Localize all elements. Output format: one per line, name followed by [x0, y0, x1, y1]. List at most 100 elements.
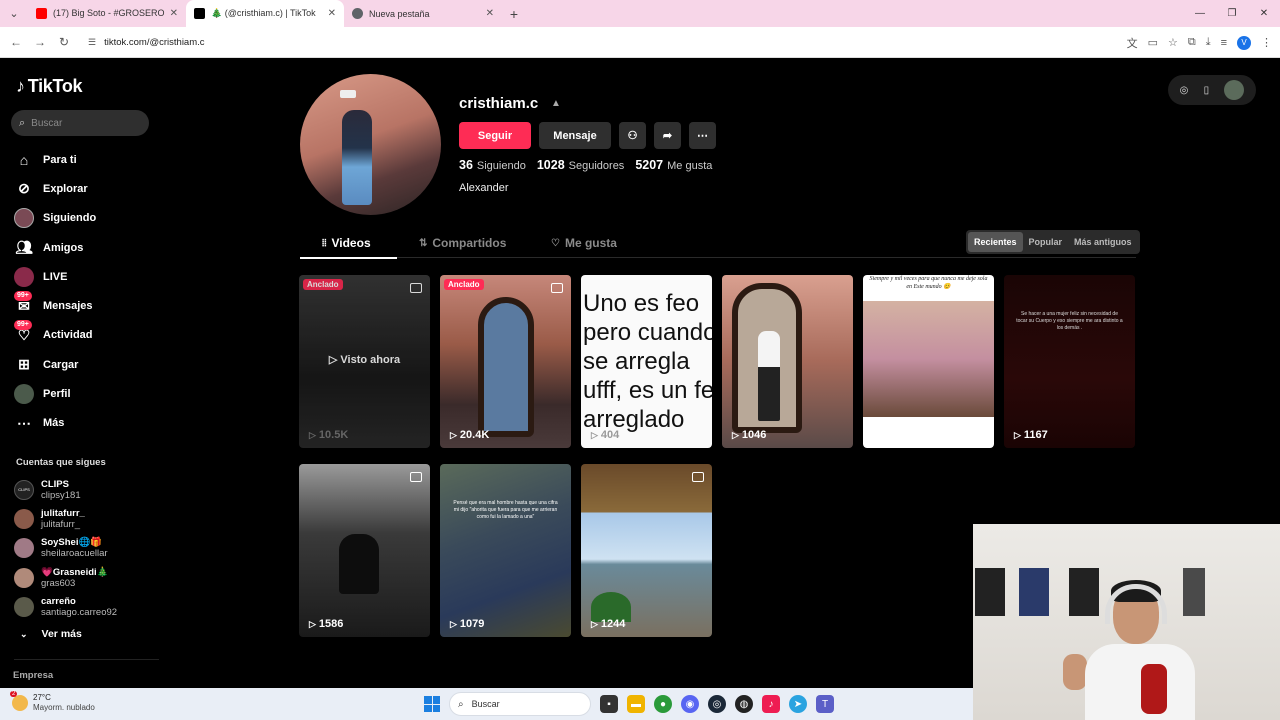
tab-me-gusta[interactable]: ♡ Me gusta: [551, 236, 617, 250]
sidebar-item-mensajes[interactable]: ✉ 99+ Mensajes: [14, 291, 154, 320]
view-count-value: 404: [600, 429, 620, 441]
view-count-value: 1046: [741, 429, 767, 441]
wall-poster: [1069, 568, 1099, 616]
tab-videos[interactable]: ⦙⦙ Videos: [322, 236, 371, 250]
new-tab-button[interactable]: +: [502, 6, 526, 22]
download-icon[interactable]: ⤓: [1206, 36, 1211, 49]
stat-following[interactable]: 36 Siguiendo: [459, 158, 526, 172]
close-tab-icon[interactable]: ✕: [170, 8, 178, 19]
following-account[interactable]: carreño santiago.carreo92: [14, 592, 159, 621]
coin-icon[interactable]: ◎: [1180, 85, 1189, 96]
sidebar-item-siguiendo[interactable]: Siguiendo: [14, 204, 154, 233]
task-view-icon[interactable]: ▪: [600, 695, 618, 713]
device-icon[interactable]: ▯: [1204, 85, 1210, 96]
minimize-icon[interactable]: —: [1184, 0, 1216, 27]
browser-tab-new[interactable]: Nueva pestaña ✕: [344, 0, 502, 27]
close-tab-icon[interactable]: ✕: [486, 8, 494, 19]
video-card[interactable]: ▷ 1046: [722, 275, 853, 448]
tab-compartidos[interactable]: ⇅ Compartidos: [419, 236, 506, 250]
taskbar-search-input[interactable]: ⌕ Buscar: [449, 692, 591, 716]
site-info-icon[interactable]: ☰: [88, 37, 96, 48]
tiktok-logo[interactable]: ♪ TikTok: [16, 76, 83, 97]
browser-tabbar: ⌄ (17) Big Soto - #GROSERO 🤬 ✕ 🎄 (@crist…: [0, 0, 1280, 27]
footer-link-empresa[interactable]: Empresa: [13, 670, 53, 681]
home-icon: ⌂: [19, 151, 29, 168]
following-account[interactable]: CLIPS CLIPS clipsy181: [14, 475, 159, 504]
stat-followers[interactable]: 1028 Seguidores: [537, 158, 624, 172]
windows-start-icon[interactable]: [424, 696, 440, 712]
video-card[interactable]: Uno es feo pero cuando se arregla ufff, …: [581, 275, 712, 448]
following-account[interactable]: SoyShei🌐🎁 sheilaroacuellar: [14, 534, 159, 563]
chrome-favicon-icon: [352, 8, 363, 19]
sidebar-item-cargar[interactable]: ⊞ Cargar: [14, 350, 154, 379]
obs-icon[interactable]: ◍: [735, 695, 753, 713]
discord-icon[interactable]: ◉: [681, 695, 699, 713]
video-card[interactable]: ▷ 1244: [581, 464, 712, 637]
watched-text: Visto ahora: [340, 354, 401, 366]
following-account[interactable]: 💗Grasneidi🎄 gras603: [14, 563, 159, 592]
sidebar-item-live[interactable]: LIVE: [14, 262, 154, 291]
text-line: se arregla: [583, 348, 690, 375]
sort-popular[interactable]: Popular: [1023, 232, 1069, 252]
steam-icon[interactable]: ◎: [708, 695, 726, 713]
message-button[interactable]: Mensaje: [539, 122, 611, 149]
video-card[interactable]: ▷ 1586: [299, 464, 430, 637]
video-card[interactable]: Pensé que era mal hombre hasta que una c…: [440, 464, 571, 637]
video-card[interactable]: Anclado ▷ Visto ahora ▷ 10.5K: [299, 275, 430, 448]
bookmark-star-icon[interactable]: ☆: [1168, 36, 1178, 49]
sidebar-item-amigos[interactable]: 👥︎ Amigos: [14, 233, 154, 262]
browser-tab-tiktok[interactable]: 🎄 (@cristhiam.c) | TikTok ✕: [186, 0, 344, 27]
restore-icon[interactable]: ❐: [1216, 0, 1248, 27]
sort-recientes[interactable]: Recientes: [968, 232, 1023, 252]
weather-description: Mayorm. nublado: [33, 703, 95, 712]
browser-tab-youtube[interactable]: (17) Big Soto - #GROSERO 🤬 ✕: [28, 0, 186, 27]
video-card[interactable]: Se hacer a una mujer feliz sin necesidad…: [1004, 275, 1135, 448]
file-explorer-icon[interactable]: ▬: [627, 695, 645, 713]
browser-profile-avatar[interactable]: V: [1237, 35, 1251, 50]
nav-label: Siguiendo: [43, 212, 97, 225]
user-avatar[interactable]: [1224, 80, 1245, 100]
sort-toggle: Recientes Popular Más antiguos: [966, 230, 1140, 254]
tiktok-app-icon[interactable]: ♪: [762, 695, 780, 713]
follow-button[interactable]: Seguir: [459, 122, 531, 149]
sidebar-item-perfil[interactable]: Perfil: [14, 379, 154, 408]
extensions-icon[interactable]: ⧉: [1188, 36, 1196, 49]
address-bar[interactable]: ☰ tiktok.com/@cristhiam.c: [82, 31, 1082, 53]
forward-icon[interactable]: →: [28, 35, 52, 49]
close-tab-icon[interactable]: ✕: [328, 8, 336, 19]
chrome-icon[interactable]: ●: [654, 695, 672, 713]
tab-search-chevron-icon[interactable]: ⌄: [0, 0, 28, 27]
streamer-shirt: [1085, 644, 1195, 720]
profile-avatar[interactable]: [300, 74, 441, 215]
browser-menu-icon[interactable]: ⋮: [1261, 36, 1272, 49]
sidebar-item-para-ti[interactable]: ⌂ Para ti: [14, 145, 154, 174]
video-card[interactable]: Anclado ▷ 20.4K: [440, 275, 571, 448]
following-account[interactable]: julitafurr_ julitafurr_: [14, 504, 159, 533]
more-options-icon[interactable]: ⋯: [689, 122, 716, 149]
sidebar-item-mas[interactable]: ⋯ Más: [14, 409, 154, 438]
nav-label: Perfil: [43, 388, 71, 401]
see-more-button[interactable]: ⌄ Ver más: [20, 628, 82, 640]
tiktok-favicon-icon: [194, 8, 205, 19]
translate-icon[interactable]: 文: [1127, 35, 1138, 51]
cast-icon[interactable]: ▭: [1148, 36, 1158, 49]
add-friend-icon[interactable]: ⚇: [619, 122, 646, 149]
search-input[interactable]: ⌕ Buscar: [11, 110, 149, 136]
video-card[interactable]: Siempre y mil veces para que nunca me de…: [863, 275, 994, 448]
weather-widget[interactable]: 2 27°C Mayorm. nublado: [10, 691, 95, 713]
nav-label: Amigos: [43, 241, 84, 254]
sort-mas-antiguos[interactable]: Más antiguos: [1068, 232, 1138, 252]
sidebar-item-explorar[interactable]: ⊘ Explorar: [14, 174, 154, 203]
view-count: ▷ 1046: [732, 429, 766, 441]
telegram-icon[interactable]: ➤: [789, 695, 807, 713]
reload-icon[interactable]: ↻: [52, 35, 76, 49]
activity-badge: 99+: [14, 320, 32, 331]
sidebar-item-actividad[interactable]: ♡ 99+ Actividad: [14, 320, 154, 350]
back-icon[interactable]: ←: [4, 35, 28, 49]
share-icon[interactable]: ➦: [654, 122, 681, 149]
play-icon: ▷: [309, 429, 316, 440]
teams-icon[interactable]: T: [816, 695, 834, 713]
media-icon[interactable]: ≡: [1221, 37, 1227, 49]
close-window-icon[interactable]: ✕: [1248, 0, 1280, 27]
account-name: CLIPS: [41, 478, 69, 490]
